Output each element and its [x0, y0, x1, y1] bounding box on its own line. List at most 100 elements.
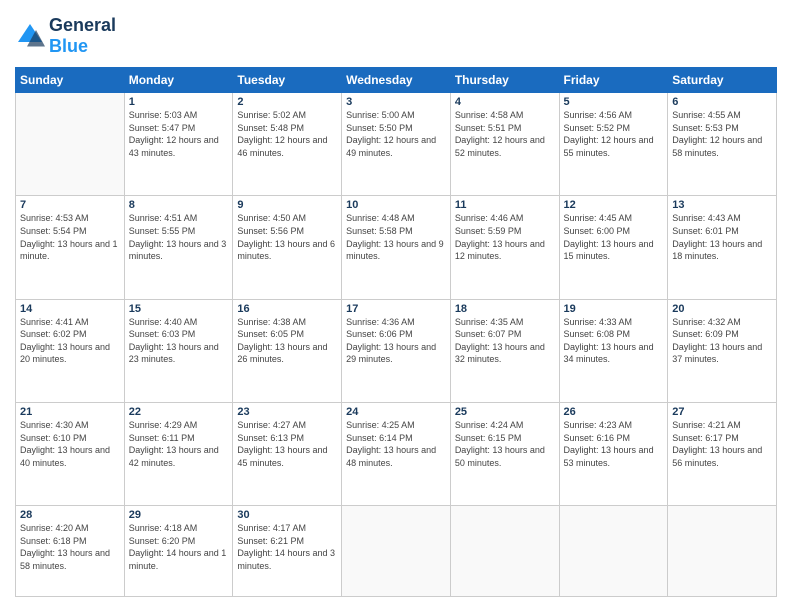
calendar-cell [16, 93, 125, 196]
calendar-cell: 9Sunrise: 4:50 AMSunset: 5:56 PMDaylight… [233, 196, 342, 299]
day-info: Sunrise: 4:33 AMSunset: 6:08 PMDaylight:… [564, 316, 664, 366]
day-number: 25 [455, 406, 555, 418]
weekday-header-tuesday: Tuesday [233, 68, 342, 93]
calendar-cell: 8Sunrise: 4:51 AMSunset: 5:55 PMDaylight… [124, 196, 233, 299]
day-number: 15 [129, 303, 229, 315]
day-info: Sunrise: 4:50 AMSunset: 5:56 PMDaylight:… [237, 212, 337, 262]
calendar-cell: 19Sunrise: 4:33 AMSunset: 6:08 PMDayligh… [559, 299, 668, 402]
calendar-cell: 3Sunrise: 5:00 AMSunset: 5:50 PMDaylight… [342, 93, 451, 196]
calendar-cell: 16Sunrise: 4:38 AMSunset: 6:05 PMDayligh… [233, 299, 342, 402]
calendar-cell: 1Sunrise: 5:03 AMSunset: 5:47 PMDaylight… [124, 93, 233, 196]
day-number: 6 [672, 96, 772, 108]
calendar-cell: 23Sunrise: 4:27 AMSunset: 6:13 PMDayligh… [233, 402, 342, 505]
weekday-header-wednesday: Wednesday [342, 68, 451, 93]
week-row-3: 14Sunrise: 4:41 AMSunset: 6:02 PMDayligh… [16, 299, 777, 402]
day-number: 19 [564, 303, 664, 315]
day-info: Sunrise: 4:18 AMSunset: 6:20 PMDaylight:… [129, 522, 229, 572]
weekday-header-thursday: Thursday [450, 68, 559, 93]
calendar-cell: 27Sunrise: 4:21 AMSunset: 6:17 PMDayligh… [668, 402, 777, 505]
day-number: 14 [20, 303, 120, 315]
day-number: 27 [672, 406, 772, 418]
day-number: 20 [672, 303, 772, 315]
day-info: Sunrise: 4:43 AMSunset: 6:01 PMDaylight:… [672, 212, 772, 262]
logo: General Blue [15, 15, 116, 57]
header: General Blue [15, 15, 777, 57]
calendar-cell: 21Sunrise: 4:30 AMSunset: 6:10 PMDayligh… [16, 402, 125, 505]
day-number: 24 [346, 406, 446, 418]
day-number: 7 [20, 199, 120, 211]
day-info: Sunrise: 4:51 AMSunset: 5:55 PMDaylight:… [129, 212, 229, 262]
day-info: Sunrise: 4:25 AMSunset: 6:14 PMDaylight:… [346, 419, 446, 469]
day-number: 10 [346, 199, 446, 211]
calendar-cell [668, 506, 777, 597]
calendar-cell [559, 506, 668, 597]
week-row-1: 1Sunrise: 5:03 AMSunset: 5:47 PMDaylight… [16, 93, 777, 196]
page: General Blue SundayMondayTuesdayWednesda… [0, 0, 792, 612]
calendar-cell: 30Sunrise: 4:17 AMSunset: 6:21 PMDayligh… [233, 506, 342, 597]
day-info: Sunrise: 4:23 AMSunset: 6:16 PMDaylight:… [564, 419, 664, 469]
calendar-cell [342, 506, 451, 597]
logo-text: General Blue [49, 15, 116, 57]
calendar-cell: 6Sunrise: 4:55 AMSunset: 5:53 PMDaylight… [668, 93, 777, 196]
calendar-cell: 13Sunrise: 4:43 AMSunset: 6:01 PMDayligh… [668, 196, 777, 299]
day-info: Sunrise: 4:55 AMSunset: 5:53 PMDaylight:… [672, 109, 772, 159]
calendar-cell: 2Sunrise: 5:02 AMSunset: 5:48 PMDaylight… [233, 93, 342, 196]
day-number: 28 [20, 509, 120, 521]
calendar-cell: 25Sunrise: 4:24 AMSunset: 6:15 PMDayligh… [450, 402, 559, 505]
day-info: Sunrise: 4:48 AMSunset: 5:58 PMDaylight:… [346, 212, 446, 262]
weekday-header-row: SundayMondayTuesdayWednesdayThursdayFrid… [16, 68, 777, 93]
weekday-header-monday: Monday [124, 68, 233, 93]
day-number: 11 [455, 199, 555, 211]
day-number: 30 [237, 509, 337, 521]
day-info: Sunrise: 4:30 AMSunset: 6:10 PMDaylight:… [20, 419, 120, 469]
day-info: Sunrise: 4:56 AMSunset: 5:52 PMDaylight:… [564, 109, 664, 159]
calendar-cell: 28Sunrise: 4:20 AMSunset: 6:18 PMDayligh… [16, 506, 125, 597]
week-row-2: 7Sunrise: 4:53 AMSunset: 5:54 PMDaylight… [16, 196, 777, 299]
day-info: Sunrise: 4:29 AMSunset: 6:11 PMDaylight:… [129, 419, 229, 469]
day-number: 2 [237, 96, 337, 108]
day-number: 29 [129, 509, 229, 521]
day-number: 18 [455, 303, 555, 315]
day-number: 13 [672, 199, 772, 211]
calendar-cell [450, 506, 559, 597]
calendar-cell: 12Sunrise: 4:45 AMSunset: 6:00 PMDayligh… [559, 196, 668, 299]
day-info: Sunrise: 4:41 AMSunset: 6:02 PMDaylight:… [20, 316, 120, 366]
calendar-cell: 5Sunrise: 4:56 AMSunset: 5:52 PMDaylight… [559, 93, 668, 196]
day-number: 22 [129, 406, 229, 418]
day-info: Sunrise: 4:32 AMSunset: 6:09 PMDaylight:… [672, 316, 772, 366]
calendar-cell: 11Sunrise: 4:46 AMSunset: 5:59 PMDayligh… [450, 196, 559, 299]
day-info: Sunrise: 4:45 AMSunset: 6:00 PMDaylight:… [564, 212, 664, 262]
calendar-cell: 18Sunrise: 4:35 AMSunset: 6:07 PMDayligh… [450, 299, 559, 402]
day-number: 16 [237, 303, 337, 315]
week-row-4: 21Sunrise: 4:30 AMSunset: 6:10 PMDayligh… [16, 402, 777, 505]
day-info: Sunrise: 4:36 AMSunset: 6:06 PMDaylight:… [346, 316, 446, 366]
week-row-5: 28Sunrise: 4:20 AMSunset: 6:18 PMDayligh… [16, 506, 777, 597]
day-number: 23 [237, 406, 337, 418]
day-info: Sunrise: 4:24 AMSunset: 6:15 PMDaylight:… [455, 419, 555, 469]
day-number: 26 [564, 406, 664, 418]
day-info: Sunrise: 5:02 AMSunset: 5:48 PMDaylight:… [237, 109, 337, 159]
day-number: 5 [564, 96, 664, 108]
day-info: Sunrise: 5:00 AMSunset: 5:50 PMDaylight:… [346, 109, 446, 159]
weekday-header-friday: Friday [559, 68, 668, 93]
calendar-cell: 29Sunrise: 4:18 AMSunset: 6:20 PMDayligh… [124, 506, 233, 597]
logo-icon [15, 21, 45, 51]
day-info: Sunrise: 4:20 AMSunset: 6:18 PMDaylight:… [20, 522, 120, 572]
day-number: 12 [564, 199, 664, 211]
day-info: Sunrise: 4:21 AMSunset: 6:17 PMDaylight:… [672, 419, 772, 469]
calendar-cell: 15Sunrise: 4:40 AMSunset: 6:03 PMDayligh… [124, 299, 233, 402]
day-info: Sunrise: 4:27 AMSunset: 6:13 PMDaylight:… [237, 419, 337, 469]
calendar-cell: 4Sunrise: 4:58 AMSunset: 5:51 PMDaylight… [450, 93, 559, 196]
weekday-header-saturday: Saturday [668, 68, 777, 93]
day-number: 4 [455, 96, 555, 108]
day-info: Sunrise: 5:03 AMSunset: 5:47 PMDaylight:… [129, 109, 229, 159]
day-number: 1 [129, 96, 229, 108]
day-info: Sunrise: 4:46 AMSunset: 5:59 PMDaylight:… [455, 212, 555, 262]
calendar: SundayMondayTuesdayWednesdayThursdayFrid… [15, 67, 777, 597]
day-info: Sunrise: 4:17 AMSunset: 6:21 PMDaylight:… [237, 522, 337, 572]
day-number: 21 [20, 406, 120, 418]
day-info: Sunrise: 4:35 AMSunset: 6:07 PMDaylight:… [455, 316, 555, 366]
calendar-cell: 20Sunrise: 4:32 AMSunset: 6:09 PMDayligh… [668, 299, 777, 402]
calendar-cell: 26Sunrise: 4:23 AMSunset: 6:16 PMDayligh… [559, 402, 668, 505]
day-info: Sunrise: 4:40 AMSunset: 6:03 PMDaylight:… [129, 316, 229, 366]
